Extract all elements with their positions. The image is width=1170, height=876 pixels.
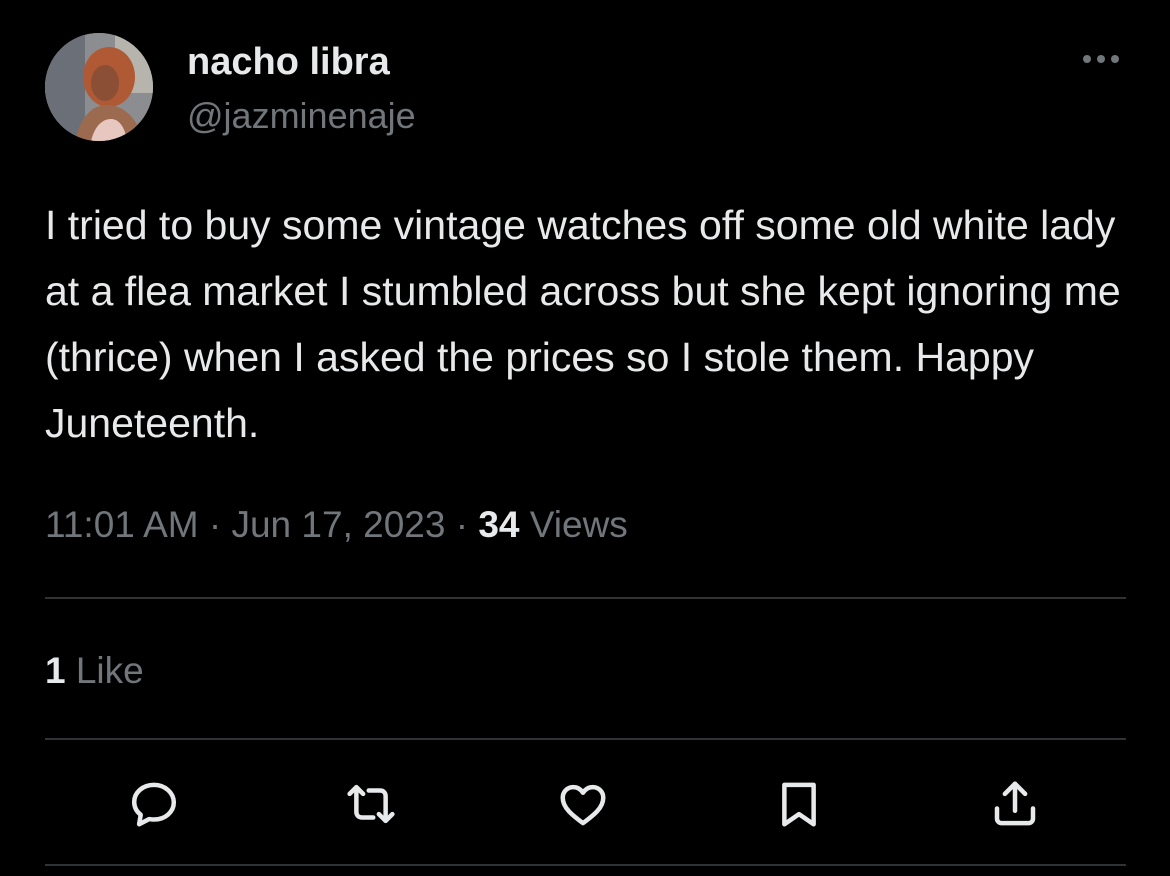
more-dot-icon — [1097, 55, 1105, 63]
more-dot-icon — [1083, 55, 1091, 63]
display-name[interactable]: nacho libra — [187, 40, 390, 84]
tweet-time[interactable]: 11:01 AM — [45, 504, 199, 545]
likes-label: Like — [75, 650, 144, 691]
tweet-date[interactable]: Jun 17, 2023 — [231, 504, 445, 545]
bookmark-icon — [782, 782, 816, 827]
reply-icon — [131, 782, 177, 827]
divider — [45, 597, 1126, 599]
tweet-text: I tried to buy some vintage watches off … — [45, 202, 1121, 446]
likes-summary[interactable]: 1 Like — [45, 646, 144, 696]
more-dot-icon — [1111, 55, 1119, 63]
retweet-button[interactable] — [341, 774, 401, 834]
share-button[interactable] — [985, 774, 1045, 834]
more-options-button[interactable] — [1076, 44, 1126, 74]
meta-separator: · — [455, 504, 469, 545]
user-handle[interactable]: @jazminenaje — [187, 94, 416, 138]
reply-button[interactable] — [124, 774, 184, 834]
likes-count: 1 — [45, 650, 66, 691]
retweet-icon — [347, 784, 395, 824]
bookmark-button[interactable] — [769, 774, 829, 834]
meta-separator: · — [208, 504, 222, 545]
like-button[interactable] — [553, 774, 613, 834]
profile-photo — [45, 33, 153, 141]
views-label: Views — [529, 504, 628, 545]
tweet-metadata: 11:01 AM · Jun 17, 2023 · 34 Views — [45, 500, 628, 550]
like-icon — [560, 784, 606, 826]
divider — [45, 738, 1126, 740]
views-count: 34 — [478, 504, 520, 545]
share-icon — [994, 781, 1036, 826]
divider — [45, 864, 1126, 866]
avatar[interactable] — [45, 33, 153, 141]
